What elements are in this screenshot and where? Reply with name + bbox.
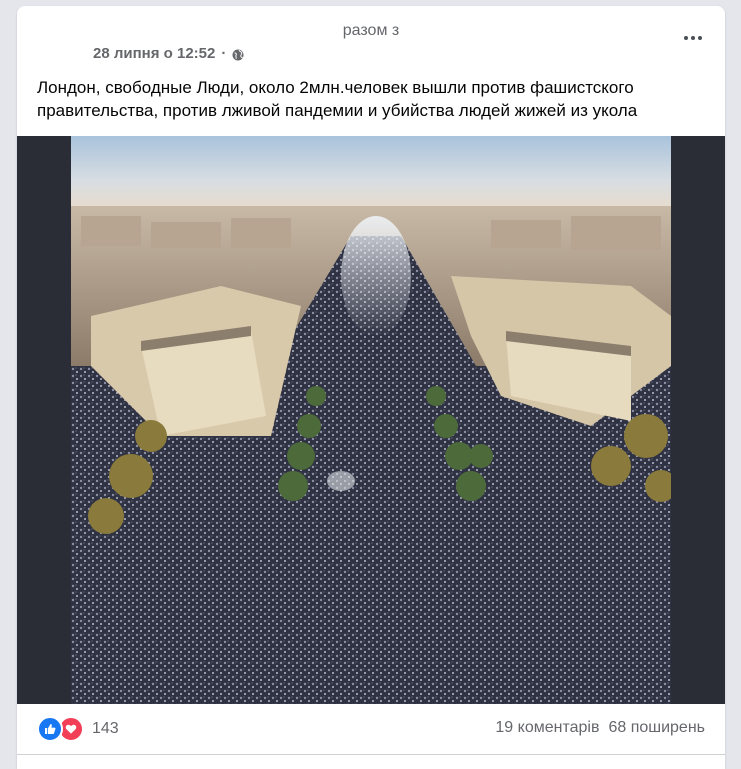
- facebook-post-card: разом з 28 липня о 12:52 · Лондон, свобо…: [17, 6, 725, 769]
- globe-icon: [232, 48, 244, 60]
- meta-separator: ·: [221, 45, 227, 62]
- post-timestamp[interactable]: 28 липня о 12:52: [93, 45, 215, 62]
- shares-count[interactable]: 68 поширень: [608, 719, 705, 737]
- crowd-aerial-photo[interactable]: [71, 136, 671, 704]
- like-icon: [37, 716, 63, 742]
- post-text: Лондон, свободные Люди, около 2млн.челов…: [37, 78, 638, 120]
- post-stats: 19 коментарів 68 поширень: [495, 719, 705, 737]
- more-options-icon[interactable]: [679, 28, 707, 48]
- post-media[interactable]: [17, 136, 725, 704]
- post-meta: 28 липня о 12:52 ·: [93, 45, 244, 62]
- reaction-count[interactable]: 143: [92, 720, 119, 738]
- post-with-label: разом з: [342, 22, 400, 39]
- post-footer: 143 19 коментарів 68 поширень: [17, 704, 725, 755]
- reactions-summary[interactable]: 143: [37, 716, 119, 742]
- comments-count[interactable]: 19 коментарів: [495, 719, 599, 737]
